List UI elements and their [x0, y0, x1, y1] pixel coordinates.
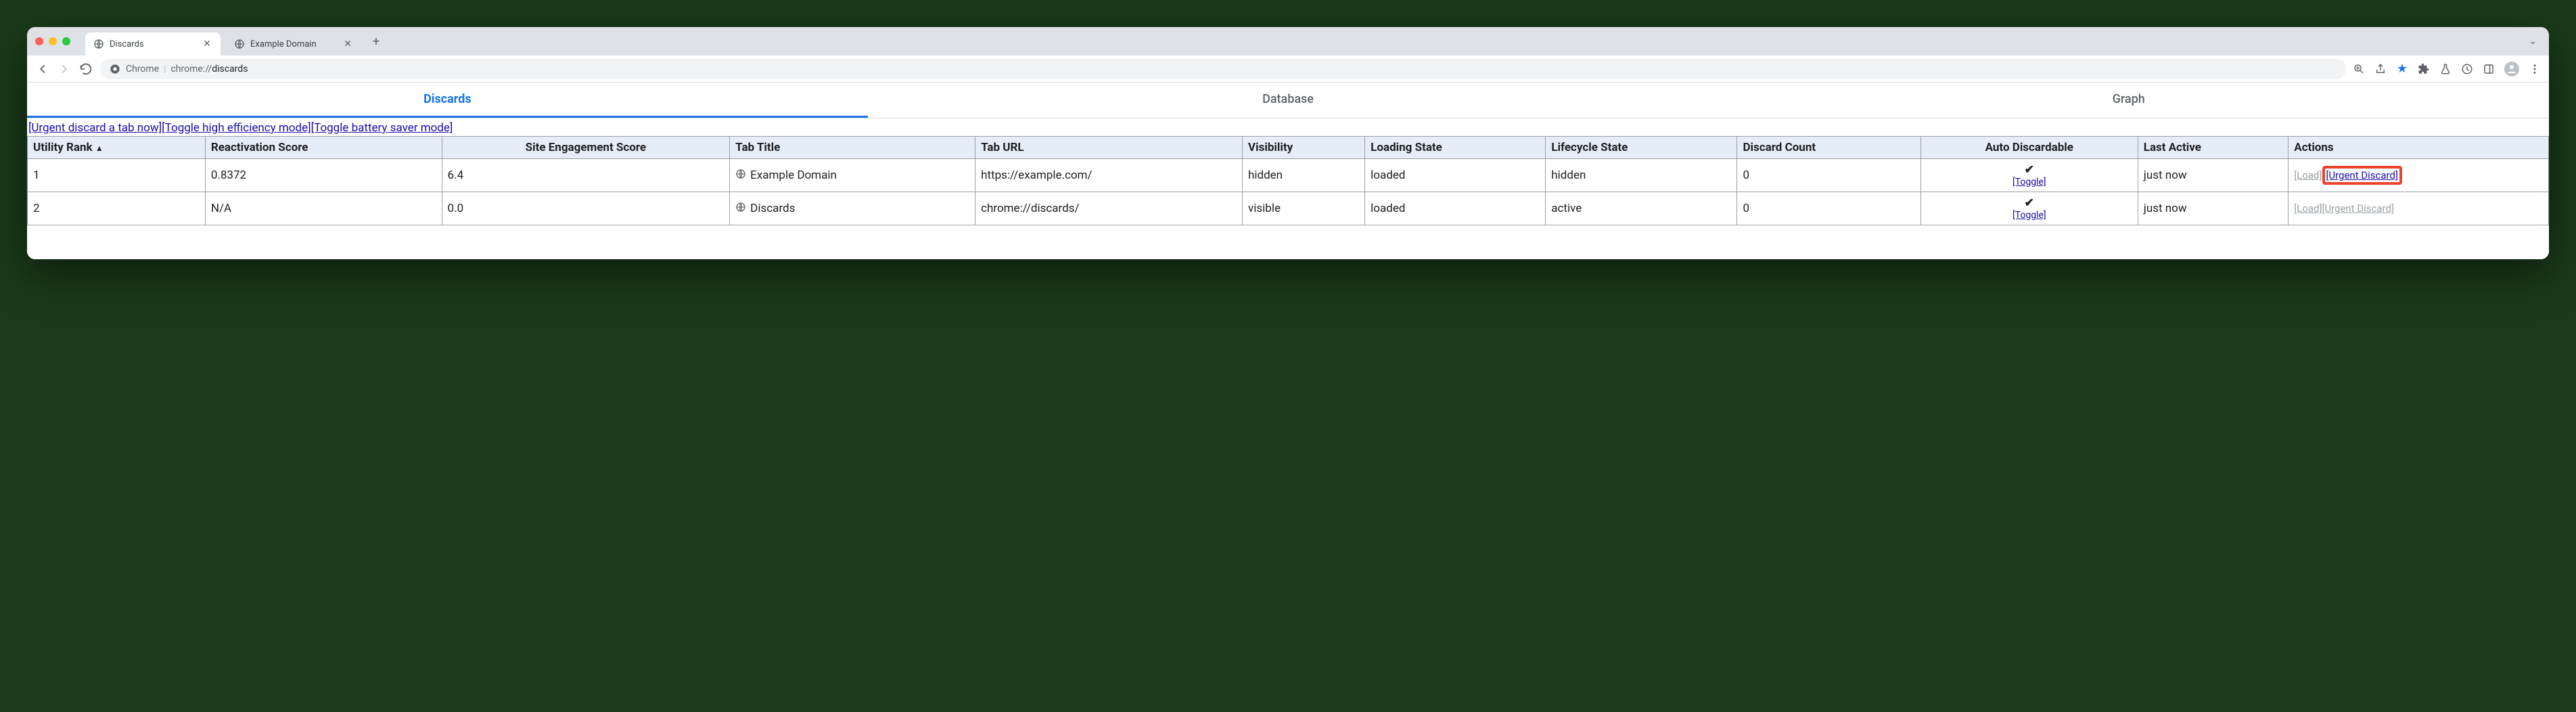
- page-content: Discards Database Graph [Urgent discard …: [27, 83, 2549, 259]
- col-lifecycle-state[interactable]: Lifecycle State: [1546, 137, 1737, 159]
- browser-tab-label: Example Domain: [250, 39, 317, 49]
- toggle-auto-link[interactable]: [Toggle]: [1927, 177, 2132, 187]
- highlight-box: [Urgent Discard]: [2322, 166, 2402, 185]
- cell-actions: [Load] [Urgent Discard]: [2288, 159, 2549, 192]
- cell-visibility: hidden: [1243, 159, 1365, 192]
- table-row: 2N/A0.0 Discards chrome://discards/visible…: [28, 192, 2549, 225]
- cell-tab-title: Discards: [730, 192, 975, 225]
- cell-tab-url: chrome://discards/: [975, 192, 1243, 225]
- cell-lifecycle: hidden: [1546, 159, 1737, 192]
- cell-reactivation: 0.8372: [205, 159, 442, 192]
- minimize-window-button[interactable]: [49, 37, 57, 45]
- col-discard-count[interactable]: Discard Count: [1737, 137, 1920, 159]
- cell-engagement: 6.4: [442, 159, 730, 192]
- close-tab-icon[interactable]: ✕: [202, 39, 212, 49]
- globe-icon: [234, 39, 245, 49]
- urgent-discard-link[interactable]: [Urgent Discard]: [2322, 202, 2394, 215]
- discards-table: Utility Rank ▲ Reactivation Score Site E…: [27, 136, 2549, 225]
- cell-engagement: 0.0: [442, 192, 730, 225]
- maximize-window-button[interactable]: [62, 37, 70, 45]
- col-tab-url[interactable]: Tab URL: [975, 137, 1243, 159]
- globe-icon: [735, 169, 746, 183]
- cell-utility-rank: 1: [28, 159, 206, 192]
- cell-loading: loaded: [1365, 192, 1546, 225]
- reload-button[interactable]: [78, 62, 93, 76]
- col-utility-rank[interactable]: Utility Rank ▲: [28, 137, 206, 159]
- omnibox-url: Chrome | chrome://discards: [126, 64, 248, 74]
- cell-auto-discardable: ✔[Toggle]: [1920, 159, 2138, 192]
- cell-loading: loaded: [1365, 159, 1546, 192]
- titlebar: Discards ✕ Example Domain ✕ + ⌄: [27, 27, 2549, 55]
- col-actions[interactable]: Actions: [2288, 137, 2549, 159]
- urgent-discard-now-link[interactable]: [Urgent discard a tab now]: [28, 121, 162, 135]
- cell-discard-count: 0: [1737, 159, 1920, 192]
- tab-overflow-button[interactable]: ⌄: [2525, 36, 2541, 47]
- share-icon[interactable]: [2374, 63, 2387, 75]
- browser-tab-discards[interactable]: Discards ✕: [85, 32, 221, 55]
- labs-icon[interactable]: [2439, 63, 2452, 75]
- extensions-icon[interactable]: [2418, 63, 2430, 75]
- globe-icon: [735, 202, 746, 216]
- zoom-icon[interactable]: [2353, 63, 2365, 75]
- tab-title-text: Discards: [750, 202, 795, 215]
- col-tab-title[interactable]: Tab Title: [730, 137, 975, 159]
- col-last-active[interactable]: Last Active: [2138, 137, 2288, 159]
- cell-auto-discardable: ✔[Toggle]: [1920, 192, 2138, 225]
- cell-visibility: visible: [1243, 192, 1365, 225]
- col-auto-discardable[interactable]: Auto Discardable: [1920, 137, 2138, 159]
- cell-last-active: just now: [2138, 192, 2288, 225]
- bookmark-star-icon[interactable]: ★: [2396, 63, 2408, 75]
- sidepanel-icon[interactable]: [2483, 63, 2495, 75]
- profile-avatar[interactable]: [2504, 62, 2519, 76]
- close-tab-icon[interactable]: ✕: [342, 39, 353, 49]
- tab-graph[interactable]: Graph: [1708, 83, 2549, 118]
- omnibox[interactable]: Chrome | chrome://discards: [100, 59, 2346, 79]
- col-visibility[interactable]: Visibility: [1243, 137, 1365, 159]
- browser-window: Discards ✕ Example Domain ✕ + ⌄: [27, 27, 2549, 259]
- toolbar-actions: ★: [2353, 62, 2541, 76]
- browser-tab-label: Discards: [110, 39, 144, 49]
- cell-utility-rank: 2: [28, 192, 206, 225]
- new-tab-button[interactable]: +: [367, 32, 386, 51]
- col-reactivation-score[interactable]: Reactivation Score: [205, 137, 442, 159]
- load-link[interactable]: [Load]: [2294, 202, 2322, 215]
- tab-database[interactable]: Database: [868, 83, 1709, 118]
- omnibox-url-scheme: chrome://: [170, 64, 212, 74]
- forward-button[interactable]: [57, 62, 72, 76]
- top-action-links: [Urgent discard a tab now][Toggle high e…: [27, 118, 2549, 136]
- tab-discards[interactable]: Discards: [27, 83, 868, 118]
- col-site-engagement[interactable]: Site Engagement Score: [442, 137, 730, 159]
- window-controls: [35, 37, 70, 45]
- back-button[interactable]: [35, 62, 50, 76]
- cell-tab-title: Example Domain: [730, 159, 975, 192]
- load-link[interactable]: [Load]: [2294, 169, 2322, 181]
- col-loading-state[interactable]: Loading State: [1365, 137, 1546, 159]
- updates-icon[interactable]: [2461, 63, 2473, 75]
- cell-tab-url: https://example.com/: [975, 159, 1243, 192]
- cell-lifecycle: active: [1546, 192, 1737, 225]
- menu-icon[interactable]: [2529, 63, 2541, 75]
- cell-reactivation: N/A: [205, 192, 442, 225]
- toolbar: Chrome | chrome://discards ★: [27, 55, 2549, 83]
- tab-title-text: Example Domain: [750, 169, 837, 182]
- close-window-button[interactable]: [35, 37, 43, 45]
- browser-tab-example[interactable]: Example Domain ✕: [226, 32, 361, 55]
- cell-actions: [Load][Urgent Discard]: [2288, 192, 2549, 225]
- check-icon: ✔: [2025, 163, 2034, 177]
- globe-icon: [93, 39, 104, 49]
- cell-last-active: just now: [2138, 159, 2288, 192]
- urgent-discard-link[interactable]: [Urgent Discard]: [2326, 169, 2398, 181]
- chrome-icon: [110, 64, 120, 74]
- check-icon: ✔: [2025, 196, 2034, 210]
- omnibox-prefix: Chrome: [126, 64, 159, 74]
- cell-discard-count: 0: [1737, 192, 1920, 225]
- toggle-efficiency-link[interactable]: [Toggle high efficiency mode]: [162, 121, 310, 135]
- sort-ascending-icon: ▲: [95, 143, 104, 153]
- col-label: Utility Rank: [33, 141, 93, 154]
- toggle-battery-link[interactable]: [Toggle battery saver mode]: [311, 121, 453, 135]
- page-tabstrip: Discards Database Graph: [27, 83, 2549, 118]
- table-row: 10.83726.4 Example Domain https://example.…: [28, 159, 2549, 192]
- omnibox-url-path: discards: [212, 64, 248, 74]
- toggle-auto-link[interactable]: [Toggle]: [1927, 210, 2132, 221]
